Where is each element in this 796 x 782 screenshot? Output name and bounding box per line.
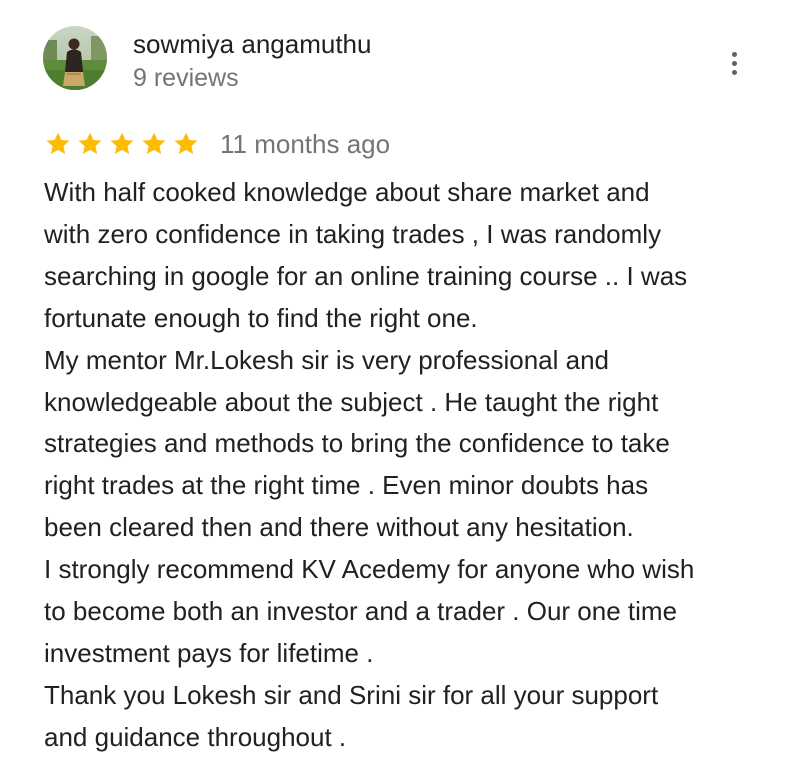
review-text-line: fortunate enough to find the right one. [44,302,478,333]
review-text-line: I strongly recommend KV Acedemy for anyo… [44,554,695,585]
star-filled-icon [78,132,102,155]
rating-row: 11 months ago [44,126,390,162]
review-text-line: with zero confidence in taking trades , … [44,218,662,249]
more-vert-icon [731,51,737,57]
star-rating [44,130,204,158]
star-filled-icon [46,132,70,155]
more-vert-icon-dot [731,60,737,66]
review-text-line: strategies and methods to bring the conf… [44,428,670,459]
review-text-line: knowledgeable about the subject . He tau… [44,386,659,417]
review-text-line: investment pays for lifetime . [44,637,374,668]
reviewer-name[interactable]: sowmiya angamuthu [133,28,371,60]
review-count[interactable]: 9 reviews [133,62,239,94]
review-text-line: searching in google for an online traini… [44,260,688,291]
review-text-line: and guidance throughout . [44,721,347,752]
review-text-line: Thank you Lokesh sir and Srini sir for a… [44,679,659,710]
review-date: 11 months ago [220,129,391,159]
review-text-line: been cleared then and there without any … [44,512,634,543]
star-filled-icon [142,132,166,155]
review-text-line: right trades at the right time . Even mi… [44,470,649,501]
review-text-line: My mentor Mr.Lokesh sir is very professi… [44,344,609,375]
review-card: sowmiya angamuthu 9 reviews 11 months ag… [0,0,796,782]
reviewer-avatar[interactable] [43,26,107,90]
review-body: With half cooked knowledge about share m… [44,172,764,759]
review-text-line: With half cooked knowledge about share m… [44,177,650,207]
more-vert-icon-dot [731,69,737,75]
star-filled-icon [110,132,134,155]
profile-photo-icon [43,26,107,90]
more-options-button[interactable] [720,44,748,82]
review-text-line: to become both an investor and a trader … [44,596,678,627]
star-filled-icon [174,132,198,155]
